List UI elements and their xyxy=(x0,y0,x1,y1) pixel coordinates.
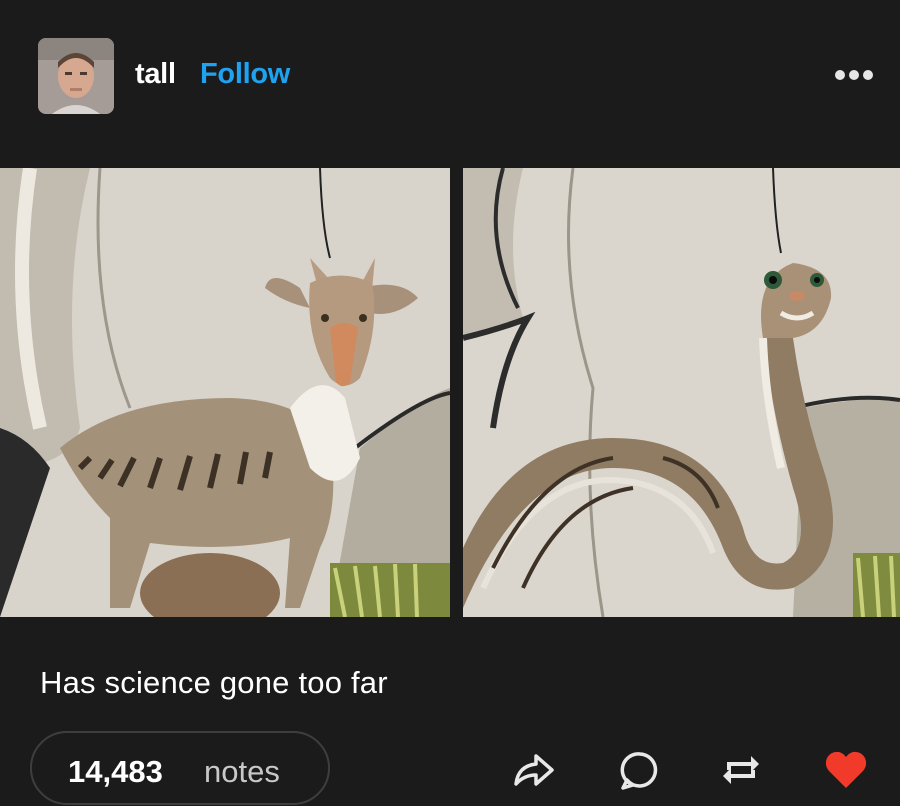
photo-grid xyxy=(0,168,900,617)
more-options-icon[interactable] xyxy=(832,60,876,90)
follow-button[interactable]: Follow xyxy=(200,58,290,91)
post-header: tall Follow xyxy=(0,0,900,150)
notes-button[interactable]: 14,483 notes xyxy=(30,731,330,805)
post-caption: Has science gone too far xyxy=(40,665,388,700)
username[interactable]: tall xyxy=(135,58,176,91)
notes-count: 14,483 xyxy=(68,754,163,789)
share-icon[interactable] xyxy=(510,746,558,794)
notes-label: notes xyxy=(204,754,280,789)
photo-snake-cat[interactable] xyxy=(463,168,900,617)
reblog-icon[interactable] xyxy=(717,746,765,794)
avatar[interactable] xyxy=(38,38,114,114)
photo-goat-cat[interactable] xyxy=(0,168,450,617)
reply-icon[interactable] xyxy=(616,746,664,794)
heart-icon[interactable] xyxy=(822,746,870,794)
